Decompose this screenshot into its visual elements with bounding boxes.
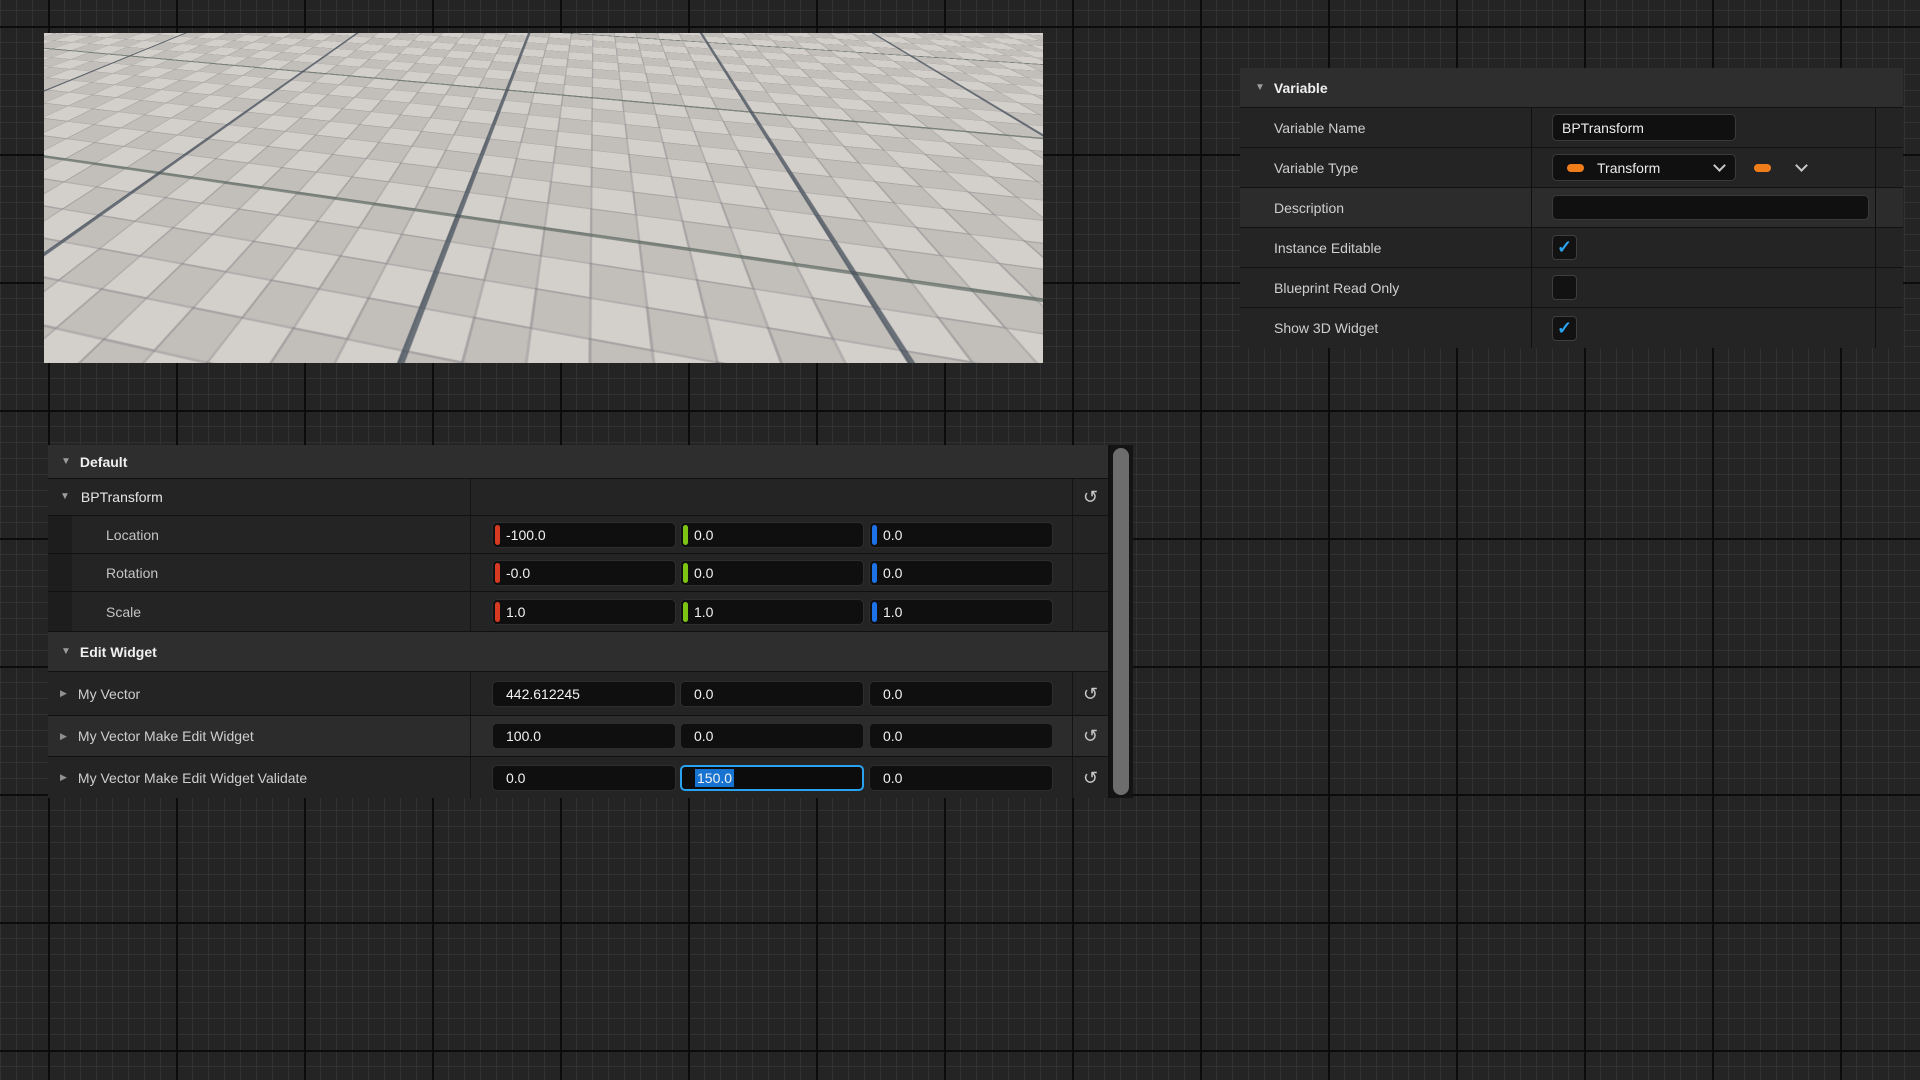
my-vector-row: ▶ My Vector 442.612245 0.0 0.0 ↺ (48, 672, 1108, 715)
widget-label-exceed-max: Exceed max length:100 (568, 290, 714, 306)
variable-section-title: Variable (1274, 80, 1328, 96)
details-scrollbar-thumb[interactable] (1113, 448, 1129, 795)
rotation-z-field[interactable]: 0.0 (869, 560, 1053, 586)
show-3d-widget-label: Show 3D Widget (1240, 308, 1532, 348)
bptransform-axis-y (119, 166, 128, 173)
my-vector-x-field[interactable]: 442.612245 (492, 681, 676, 707)
my-vector-label: My Vector (78, 686, 140, 702)
axis-y-bar-icon (683, 602, 688, 622)
my-vector-make-edit-widget-validate-row: ▶ My Vector Make Edit Widget Validate 0.… (48, 757, 1108, 798)
axis-y-bar-icon (683, 563, 688, 583)
mv-mew-validate-y-field-focused[interactable]: 150.0 (680, 765, 864, 791)
transform-type-pill-icon (1567, 164, 1584, 172)
instance-editable-label: Instance Editable (1240, 228, 1532, 267)
selected-text: 150.0 (695, 769, 734, 787)
variable-section-header[interactable]: ▼ Variable (1240, 68, 1903, 107)
details-scrollbar-track[interactable] (1110, 445, 1133, 798)
instance-editable-checkbox[interactable]: ✓ (1552, 235, 1577, 260)
reset-to-default-button[interactable]: ↺ (1083, 685, 1098, 703)
expand-arrow-icon[interactable]: ▶ (60, 773, 67, 782)
mv-make-edit-widget-x-field[interactable]: 100.0 (492, 723, 676, 749)
description-input[interactable] (1552, 195, 1869, 220)
axis-x-bar-icon (495, 602, 500, 622)
bptransform-row: ▼ BPTransform ↺ (48, 479, 1108, 515)
collapse-arrow-icon: ▼ (61, 647, 71, 657)
variable-type-value: Transform (1597, 160, 1702, 176)
blueprint-graph-canvas[interactable]: BPTransform MyVector_MakeEditWidget Exce… (0, 0, 1920, 1080)
expand-arrow-icon[interactable]: ▶ (60, 689, 67, 698)
axis-x-bar-icon (495, 525, 500, 545)
axis-z-bar-icon (872, 602, 877, 622)
axis-y-bar-icon (683, 525, 688, 545)
location-z-field[interactable]: 0.0 (869, 522, 1053, 548)
description-label: Description (1240, 188, 1532, 227)
variable-name-input[interactable] (1552, 114, 1736, 141)
variable-type-dropdown[interactable]: Transform (1552, 154, 1736, 181)
mv-mew-validate-x-field[interactable]: 0.0 (492, 765, 676, 791)
variable-name-row: Variable Name (1240, 108, 1903, 147)
container-chevron-down-icon[interactable] (1795, 159, 1808, 172)
reset-to-default-button[interactable]: ↺ (1083, 769, 1098, 787)
scene-overlay (44, 33, 1043, 363)
widget-label-bptransform: BPTransform (136, 169, 218, 185)
container-type-pill-icon[interactable] (1754, 164, 1771, 172)
chevron-down-icon (1713, 159, 1726, 172)
variable-panel: ▼ Variable Variable Name Variable Type T… (1240, 68, 1903, 348)
rotation-row: Rotation -0.0 0.0 0.0 (48, 554, 1108, 591)
details-panel: ▼ Default ▼ BPTransform ↺ Location -100.… (48, 445, 1133, 798)
reset-to-default-button[interactable]: ↺ (1083, 488, 1098, 506)
my-vector-make-edit-widget-validate-label: My Vector Make Edit Widget Validate (78, 770, 307, 786)
scale-z-field[interactable]: 1.0 (869, 599, 1053, 625)
bptransform-widget-octahedron (104, 133, 157, 202)
mv-mew-validate-z-field[interactable]: 0.0 (869, 765, 1053, 791)
axis-z-bar-icon (872, 563, 877, 583)
my-vector-make-edit-widget-label: My Vector Make Edit Widget (78, 728, 254, 744)
blueprint-read-only-checkbox[interactable] (1552, 275, 1577, 300)
bptransform-label: BPTransform (81, 489, 163, 505)
viewport-3d-preview[interactable]: BPTransform MyVector_MakeEditWidget Exce… (44, 33, 1043, 363)
show-3d-widget-checkbox[interactable]: ✓ (1552, 316, 1577, 341)
location-label: Location (106, 527, 159, 543)
blueprint-read-only-label: Blueprint Read Only (1240, 268, 1532, 307)
section-title: Edit Widget (80, 644, 157, 660)
location-x-field[interactable]: -100.0 (492, 522, 676, 548)
section-header-edit-widget[interactable]: ▼ Edit Widget (48, 632, 1108, 671)
sphere-shadow-disc (400, 184, 514, 221)
my-vector-z-field[interactable]: 0.0 (869, 681, 1053, 707)
my-vector-make-edit-widget-row: ▶ My Vector Make Edit Widget 100.0 0.0 0… (48, 716, 1108, 756)
reset-to-default-button[interactable]: ↺ (1083, 727, 1098, 745)
gizmo-origin (445, 154, 454, 163)
scale-x-field[interactable]: 1.0 (492, 599, 676, 625)
widget-label-myvector: MyVector_MakeEditWidget (747, 150, 915, 166)
variable-type-label: Variable Type (1240, 148, 1532, 187)
axis-z-bar-icon (872, 525, 877, 545)
rotation-label: Rotation (106, 565, 158, 581)
instance-editable-row: Instance Editable ✓ (1240, 228, 1903, 267)
section-header-default[interactable]: ▼ Default (48, 445, 1108, 478)
variable-name-label: Variable Name (1240, 108, 1532, 147)
collapse-arrow-icon: ▼ (1255, 83, 1265, 93)
location-y-field[interactable]: 0.0 (680, 522, 864, 548)
rotation-x-field[interactable]: -0.0 (492, 560, 676, 586)
scale-y-field[interactable]: 1.0 (680, 599, 864, 625)
scale-label: Scale (106, 604, 141, 620)
variable-type-row: Variable Type Transform (1240, 148, 1903, 187)
section-title: Default (80, 454, 127, 470)
my-vector-y-field[interactable]: 0.0 (680, 681, 864, 707)
collapse-arrow-icon: ▼ (61, 457, 71, 467)
expand-arrow-icon[interactable]: ▶ (60, 732, 67, 741)
blueprint-read-only-row: Blueprint Read Only (1240, 268, 1903, 307)
mv-make-edit-widget-z-field[interactable]: 0.0 (869, 723, 1053, 749)
mv-make-edit-widget-y-field[interactable]: 0.0 (680, 723, 864, 749)
show-3d-widget-row: Show 3D Widget ✓ (1240, 308, 1903, 348)
axis-x-bar-icon (495, 563, 500, 583)
location-row: Location -100.0 0.0 0.0 (48, 516, 1108, 553)
collapse-arrow-icon[interactable]: ▼ (60, 492, 70, 502)
rotation-y-field[interactable]: 0.0 (680, 560, 864, 586)
description-row: Description (1240, 188, 1903, 227)
check-icon: ✓ (1557, 238, 1572, 256)
scale-row: Scale 1.0 1.0 1.0 (48, 592, 1108, 631)
check-icon: ✓ (1557, 319, 1572, 337)
